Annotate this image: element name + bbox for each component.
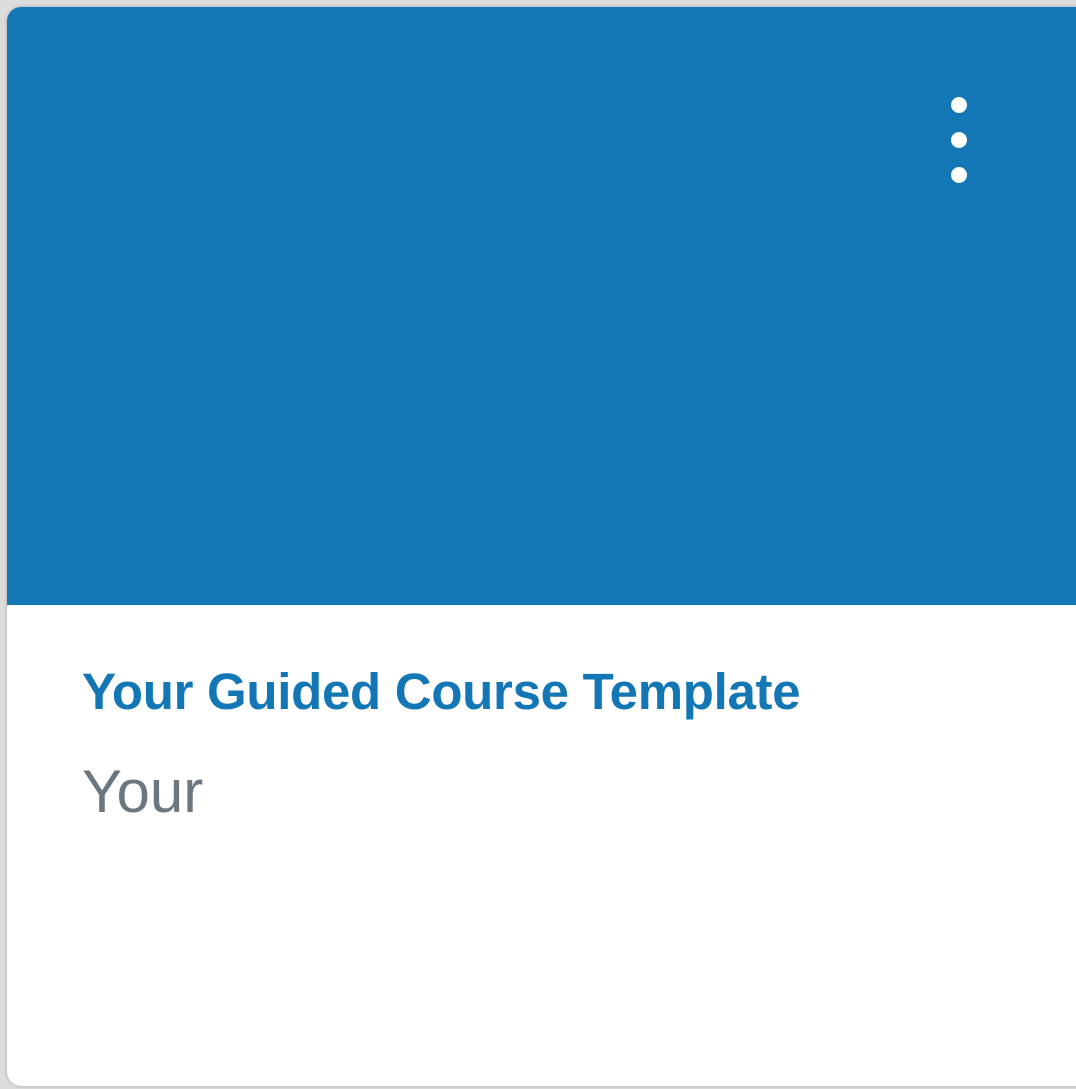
course-options-button[interactable] (929, 85, 989, 195)
vertical-ellipsis-icon (951, 167, 967, 183)
course-title-link[interactable]: Your Guided Course Template (82, 663, 801, 720)
course-subtitle: Your (82, 758, 204, 825)
vertical-ellipsis-icon (951, 132, 967, 148)
course-card-hero[interactable] (7, 7, 1076, 605)
course-card[interactable]: Your Guided Course Template Your (7, 7, 1076, 1086)
vertical-ellipsis-icon (951, 97, 967, 113)
